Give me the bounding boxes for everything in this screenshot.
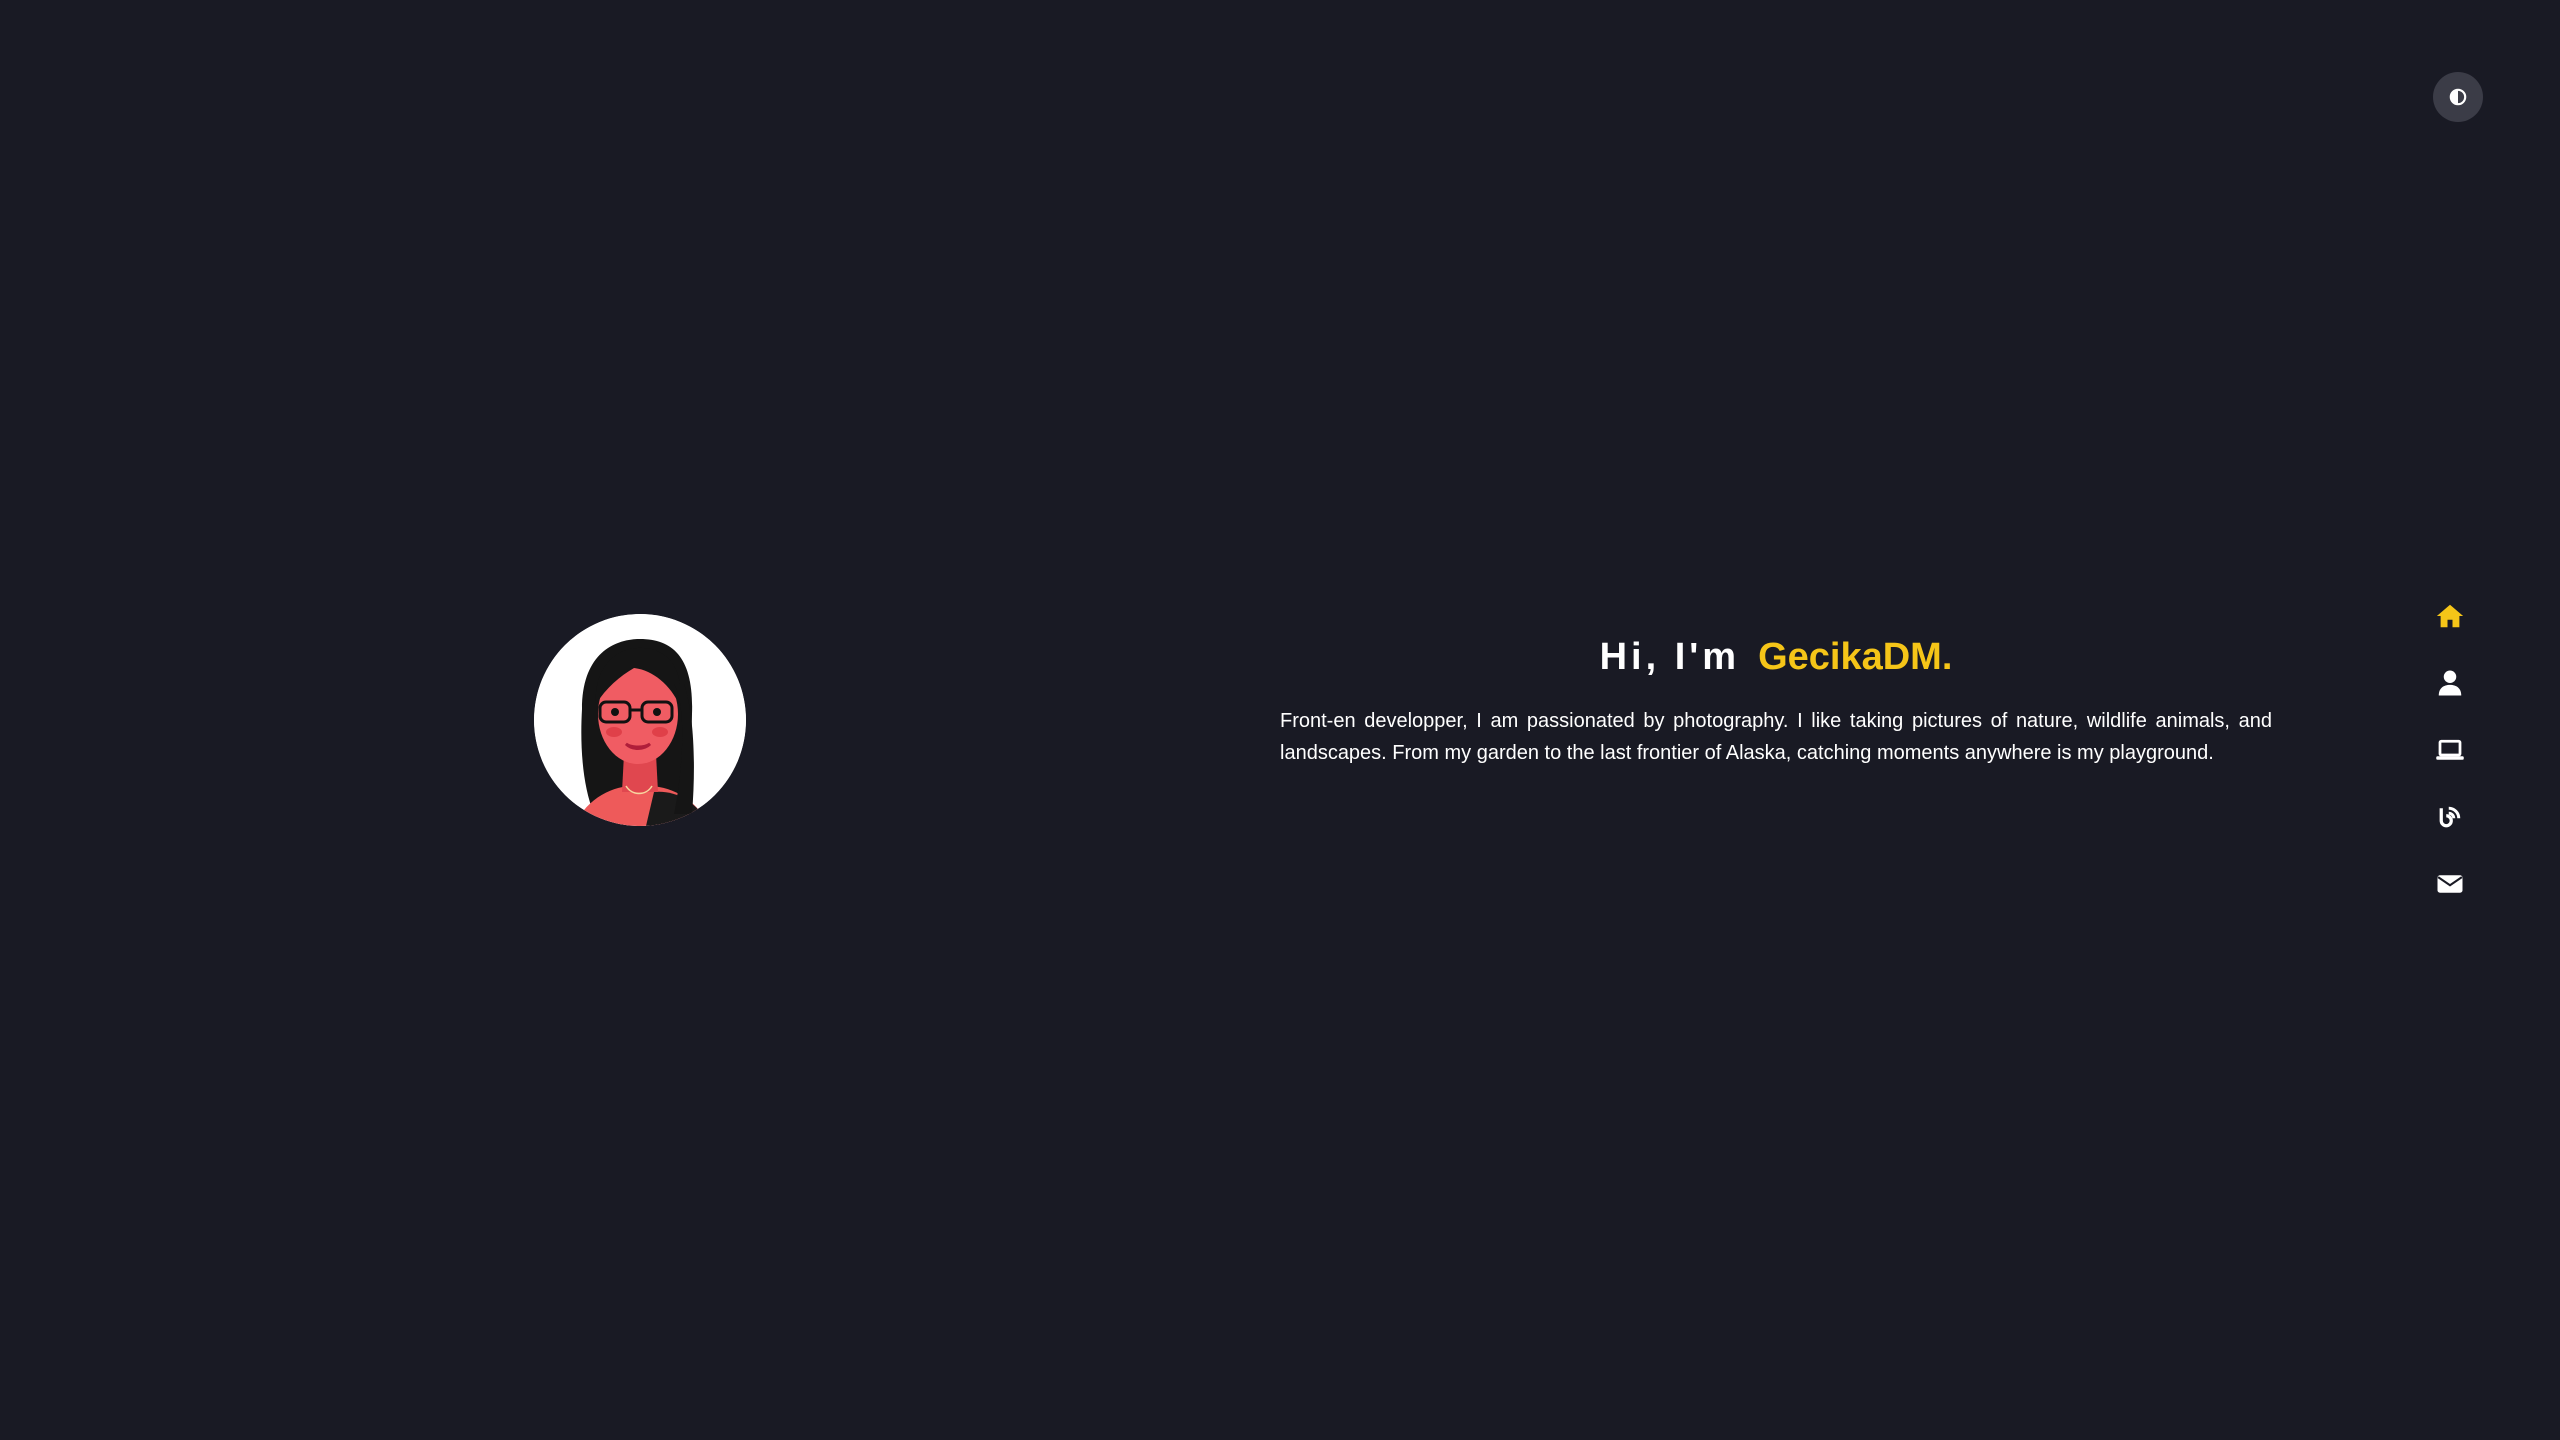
nav-item-home[interactable] — [2426, 592, 2474, 640]
nav-item-about[interactable] — [2426, 659, 2474, 707]
page-title: Hi, I'm GecikaDM. — [1280, 636, 2272, 679]
side-nav — [2426, 592, 2474, 927]
nav-item-blog[interactable] — [2426, 793, 2474, 841]
home-icon — [2436, 604, 2464, 628]
nav-item-contact[interactable] — [2426, 860, 2474, 908]
avatar — [534, 614, 746, 826]
envelope-icon — [2437, 875, 2463, 893]
laptop-icon — [2436, 739, 2464, 760]
name-highlight: GecikaDM. — [1758, 636, 1953, 678]
hero-section: Hi, I'm GecikaDM. Front-en developper, I … — [1280, 636, 2272, 769]
avatar-illustration — [534, 614, 746, 826]
blog-icon — [2439, 806, 2461, 828]
portfolio-page: Hi, I'm GecikaDM. Front-en developper, I … — [0, 0, 2560, 1440]
theme-toggle-button[interactable] — [2433, 72, 2483, 122]
greeting-text: Hi, I'm — [1599, 636, 1741, 678]
contrast-icon — [2449, 88, 2467, 106]
user-icon — [2438, 670, 2462, 696]
nav-item-projects[interactable] — [2426, 726, 2474, 774]
hero-description: Front-en developper, I am passionated by… — [1280, 710, 2272, 764]
